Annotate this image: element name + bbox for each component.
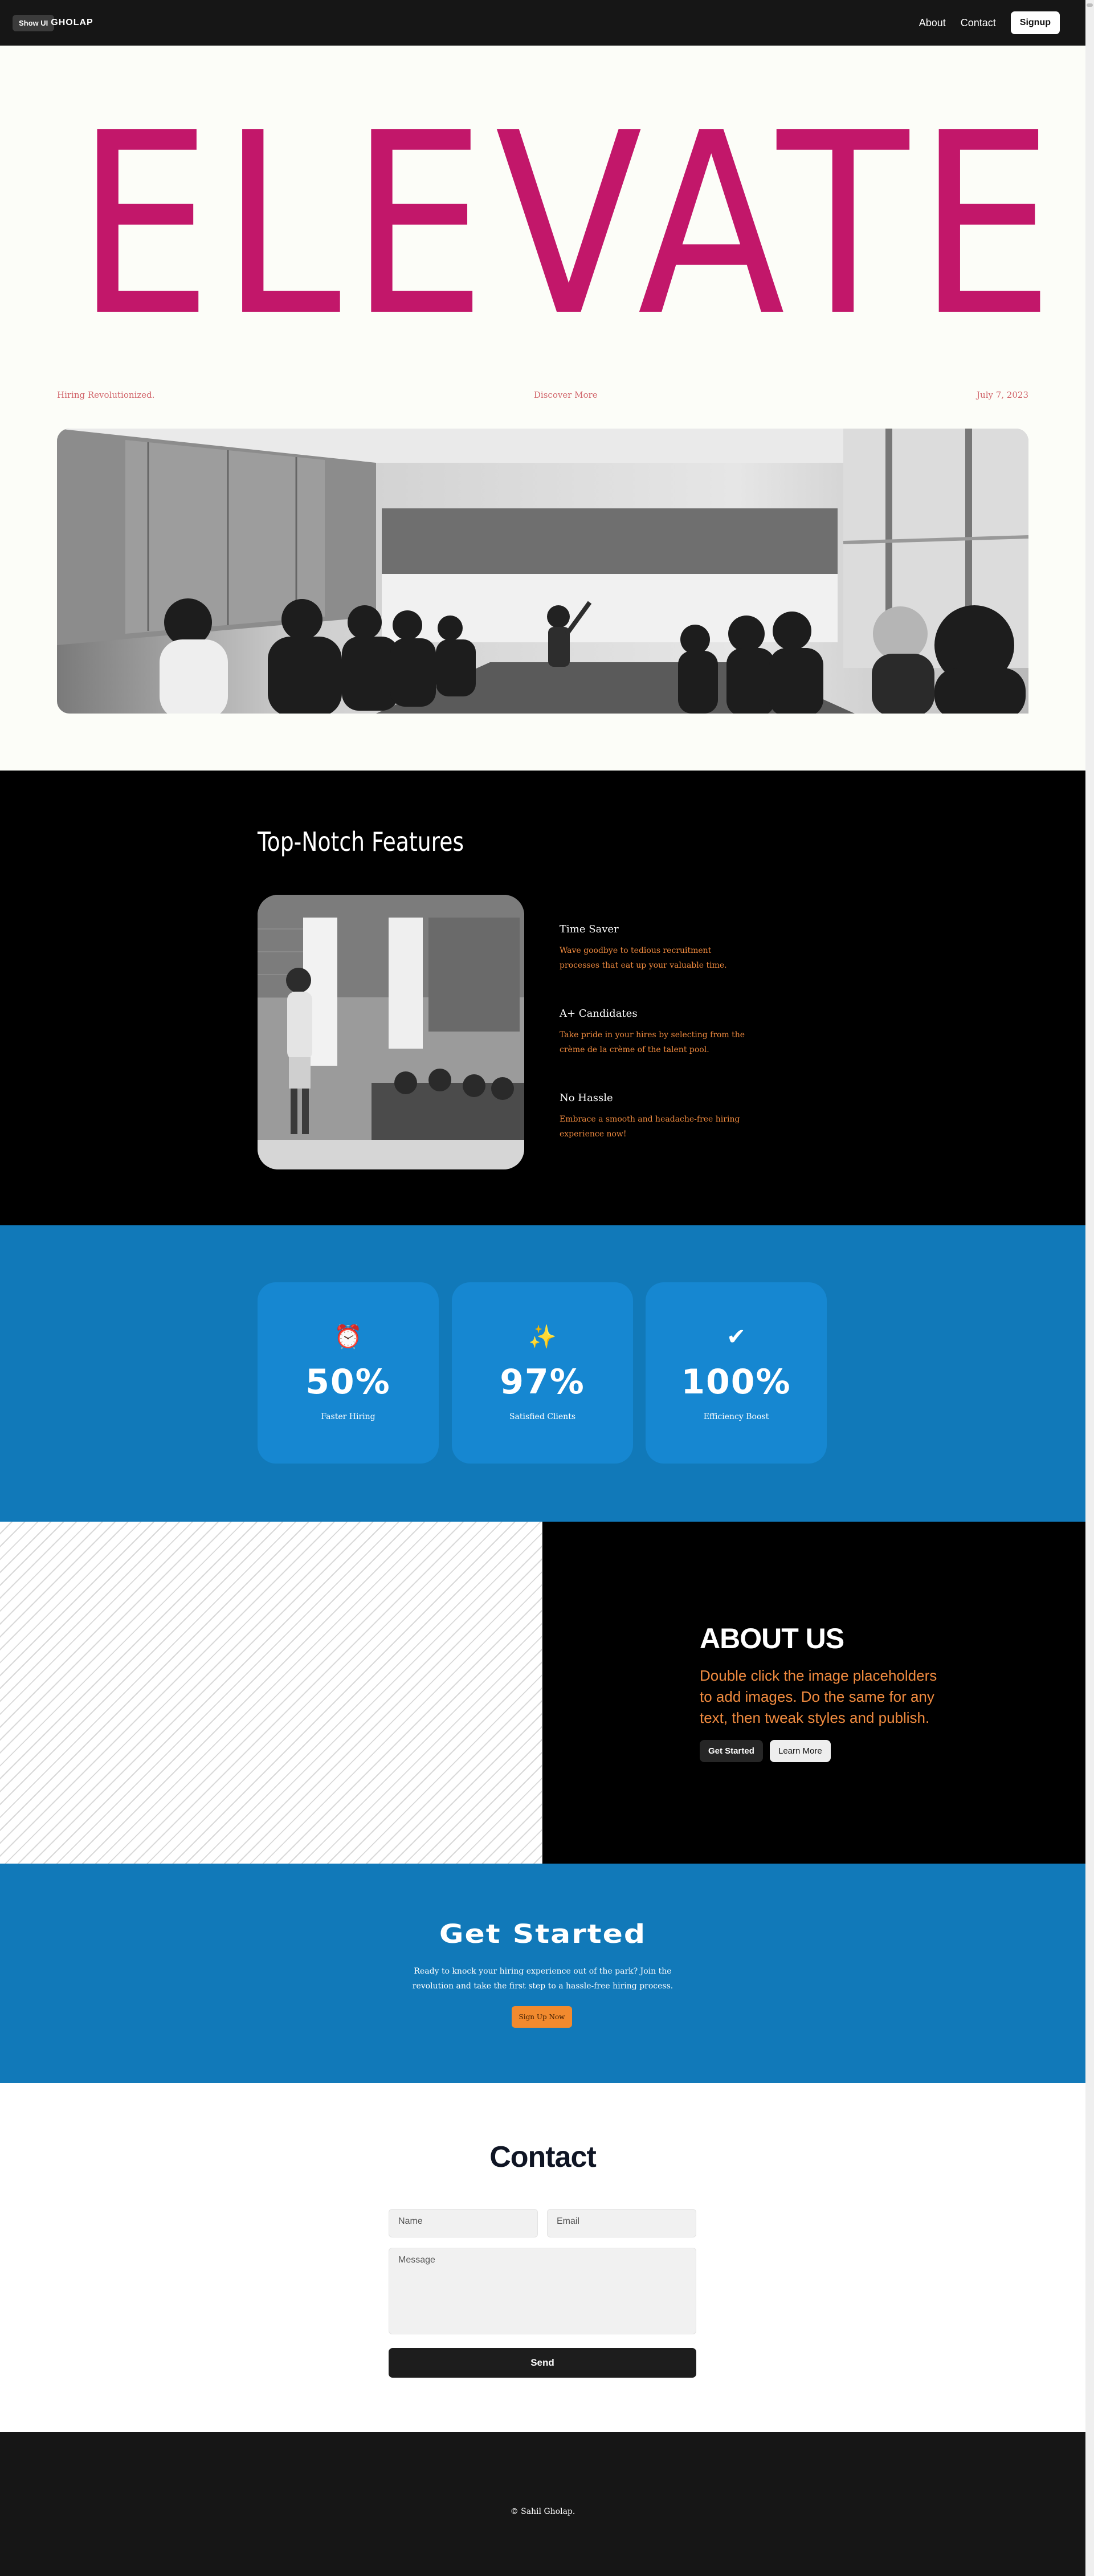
features-title: Top-Notch Features: [258, 826, 464, 857]
learn-more-button[interactable]: Learn More: [770, 1740, 831, 1762]
stats-section: ⏰ 50% Faster Hiring ✨ 97% Satisfied Clie…: [0, 1225, 1085, 1522]
checkmark-icon: ✔: [726, 1324, 746, 1350]
feature-item: A+ Candidates Take pride in your hires b…: [560, 1008, 753, 1057]
stat-value: 97%: [500, 1362, 585, 1402]
stat-label: Efficiency Boost: [703, 1412, 769, 1421]
message-field[interactable]: Message: [389, 2248, 696, 2334]
nav-links: About Contact Signup: [919, 11, 1060, 34]
features-section: Top-Notch Features Time Saver Wave goodb…: [0, 771, 1085, 1225]
contact-section: Contact Name Email Message Send: [0, 2083, 1085, 2432]
scrollbar-thumb[interactable]: [1087, 3, 1093, 7]
hero-title: ELEVATE: [76, 79, 1063, 371]
sparkle-icon: ✨: [528, 1324, 557, 1350]
get-started-section: Get Started Ready to knock your hiring e…: [0, 1864, 1085, 2083]
email-field[interactable]: Email: [547, 2209, 696, 2237]
stat-value: 50%: [305, 1362, 391, 1402]
alarm-clock-icon: ⏰: [334, 1324, 362, 1350]
scrollbar[interactable]: [1085, 0, 1094, 2576]
logo[interactable]: GHOLAP: [51, 18, 93, 28]
feature-text: Take pride in your hires by selecting fr…: [560, 1030, 745, 1054]
hero-date: July 7, 2023: [977, 390, 1028, 400]
hero-section: ELEVATE Hiring Revolutionized. Discover …: [0, 46, 1085, 771]
stat-label: Faster Hiring: [321, 1412, 375, 1421]
feature-title: A+ Candidates: [560, 1008, 638, 1020]
stat-card: ⏰ 50% Faster Hiring: [258, 1282, 439, 1464]
feature-text: Wave goodbye to tedious recruitment proc…: [560, 946, 727, 970]
hero-meta: Hiring Revolutionized. Discover More Jul…: [57, 390, 1028, 400]
nav-link-about[interactable]: About: [919, 17, 946, 29]
send-button[interactable]: Send: [389, 2348, 696, 2378]
get-started-title: Get Started: [439, 1919, 647, 1950]
stat-card: ✔ 100% Efficiency Boost: [646, 1282, 827, 1464]
stat-value: 100%: [681, 1362, 791, 1402]
brand: Show UI GHOLAP: [13, 14, 93, 31]
feature-item: No Hassle Embrace a smooth and headache-…: [560, 1092, 753, 1142]
feature-title: Time Saver: [560, 923, 619, 935]
get-started-text: Ready to knock your hiring experience ou…: [412, 1967, 673, 1991]
signup-button[interactable]: Signup: [1010, 11, 1060, 34]
sign-up-now-button[interactable]: Sign Up Now: [512, 2006, 572, 2028]
about-section: ABOUT US Double click the image placehol…: [542, 1522, 1085, 1864]
contact-title: Contact: [489, 2141, 597, 2174]
about-image-placeholder[interactable]: [0, 1522, 542, 1864]
presentation-photo: [258, 895, 524, 1169]
show-ui-button[interactable]: Show UI: [13, 14, 55, 31]
feature-text: Embrace a smooth and headache-free hirin…: [560, 1115, 740, 1139]
discover-more-link[interactable]: Discover More: [534, 390, 598, 400]
get-started-button[interactable]: Get Started: [700, 1740, 763, 1762]
stat-card: ✨ 97% Satisfied Clients: [452, 1282, 633, 1464]
meeting-room-photo: [57, 429, 1028, 714]
about-title: ABOUT US: [700, 1623, 844, 1654]
feature-item: Time Saver Wave goodbye to tedious recru…: [560, 923, 753, 973]
nav-link-contact[interactable]: Contact: [961, 17, 996, 29]
navbar: Show UI GHOLAP About Contact Signup: [0, 0, 1085, 46]
about-text: Double click the image placeholders to a…: [700, 1667, 937, 1726]
feature-title: No Hassle: [560, 1092, 613, 1104]
name-field[interactable]: Name: [389, 2209, 538, 2237]
stat-label: Satisfied Clients: [509, 1412, 576, 1421]
copyright-text: © Sahil Gholap.: [510, 2507, 575, 2516]
footer: © Sahil Gholap.: [0, 2432, 1085, 2576]
hero-tagline: Hiring Revolutionized.: [57, 390, 155, 400]
